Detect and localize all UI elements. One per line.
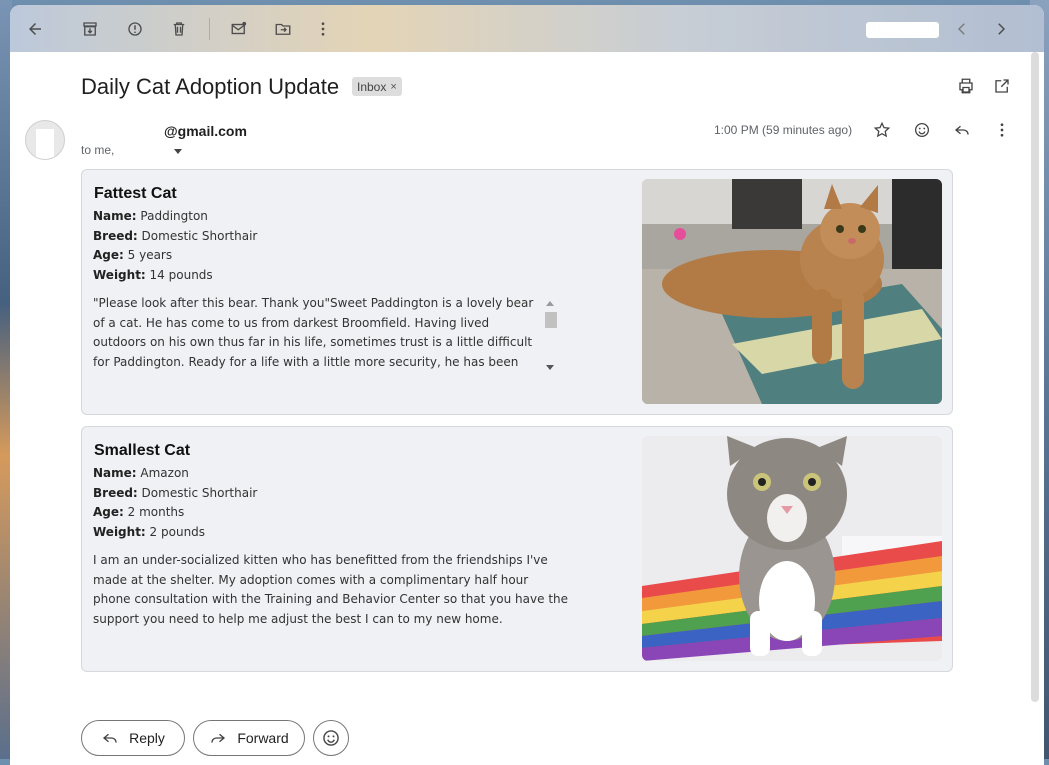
star-icon[interactable]	[870, 118, 894, 142]
scroll-thumb[interactable]	[545, 312, 557, 328]
more-vert-icon[interactable]	[308, 14, 338, 44]
mark-unread-icon[interactable]	[224, 14, 254, 44]
description-scrollbar[interactable]	[544, 297, 557, 373]
scroll-up-arrow-icon[interactable]	[546, 301, 554, 306]
show-details-icon[interactable]	[172, 145, 184, 157]
field-value: 2 pounds	[145, 525, 206, 539]
report-spam-icon[interactable]	[120, 14, 150, 44]
reply-icon[interactable]	[950, 118, 974, 142]
cat-weight-field: Weight: 14 pounds	[93, 268, 213, 282]
reply-icon	[103, 733, 117, 743]
field-label: Breed:	[93, 229, 138, 243]
move-to-icon[interactable]	[268, 14, 298, 44]
older-icon[interactable]	[986, 14, 1016, 44]
recipient-line: to me,	[81, 143, 115, 157]
field-label: Name:	[93, 209, 137, 223]
newer-icon[interactable]	[947, 14, 977, 44]
cat-photo-paddington	[642, 179, 942, 404]
field-value: 5 years	[123, 248, 173, 262]
field-value: 2 months	[123, 505, 185, 519]
emoji-reaction-icon[interactable]	[910, 118, 934, 142]
field-label: Age:	[93, 248, 124, 262]
message-toolbar	[10, 5, 1044, 52]
cat-card-smallest: Smallest Cat Name: Amazon Breed: Domesti…	[81, 426, 953, 672]
field-label: Breed:	[93, 486, 138, 500]
cat-age-field: Age: 5 years	[93, 248, 172, 262]
email-subject: Daily Cat Adoption Update	[81, 74, 340, 99]
scroll-down-arrow-icon[interactable]	[546, 365, 554, 370]
card-heading: Smallest Cat	[94, 442, 191, 459]
delete-icon[interactable]	[164, 14, 194, 44]
cat-age-field: Age: 2 months	[93, 505, 184, 519]
field-label: Age:	[93, 505, 124, 519]
field-label: Weight:	[93, 268, 146, 282]
field-value: Domestic Shorthair	[137, 486, 258, 500]
cat-breed-field: Breed: Domestic Shorthair	[93, 229, 257, 243]
back-arrow-icon[interactable]	[20, 14, 50, 44]
emoji-icon	[323, 730, 339, 746]
forward-button-label: Forward	[237, 730, 289, 746]
inbox-label-text: Inbox	[357, 79, 387, 94]
email-window: Daily Cat Adoption Update Inbox × @gmail…	[10, 5, 1044, 765]
cat-description: I am an under-socialized kitten who has …	[93, 553, 568, 626]
field-label: Name:	[93, 466, 137, 480]
sender-email[interactable]: @gmail.com	[164, 123, 247, 139]
archive-icon[interactable]	[75, 14, 105, 44]
cat-photo-amazon	[642, 436, 942, 661]
field-value: Amazon	[136, 466, 189, 480]
cat-name-field: Name: Amazon	[93, 466, 189, 480]
print-icon[interactable]	[954, 74, 978, 98]
field-value: Paddington	[136, 209, 208, 223]
sender-avatar[interactable]	[25, 120, 65, 160]
emoji-reaction-button[interactable]	[313, 720, 349, 756]
email-timestamp: 1:00 PM (59 minutes ago)	[714, 123, 853, 137]
reply-button-label: Reply	[129, 730, 165, 746]
reply-button[interactable]: Reply	[81, 720, 185, 756]
window-scrollbar[interactable]	[1031, 52, 1039, 702]
cat-description-scrollable[interactable]: "Please look after this bear. Thank you"…	[93, 294, 543, 374]
message-counter-redacted	[866, 22, 939, 38]
cat-card-fattest: Fattest Cat Name: Paddington Breed: Dome…	[81, 169, 953, 415]
cat-breed-field: Breed: Domestic Shorthair	[93, 486, 257, 500]
field-value: 14 pounds	[145, 268, 213, 282]
field-value: Domestic Shorthair	[137, 229, 258, 243]
remove-label-icon[interactable]: ×	[390, 81, 396, 93]
toolbar-divider	[209, 18, 210, 40]
open-in-new-window-icon[interactable]	[990, 74, 1014, 98]
forward-icon	[211, 733, 226, 743]
cat-weight-field: Weight: 2 pounds	[93, 525, 205, 539]
card-heading: Fattest Cat	[94, 185, 177, 202]
forward-button[interactable]: Forward	[193, 720, 305, 756]
cat-name-field: Name: Paddington	[93, 209, 208, 223]
field-label: Weight:	[93, 525, 146, 539]
more-vert-icon[interactable]	[990, 118, 1014, 142]
inbox-label-chip[interactable]: Inbox ×	[352, 77, 402, 96]
